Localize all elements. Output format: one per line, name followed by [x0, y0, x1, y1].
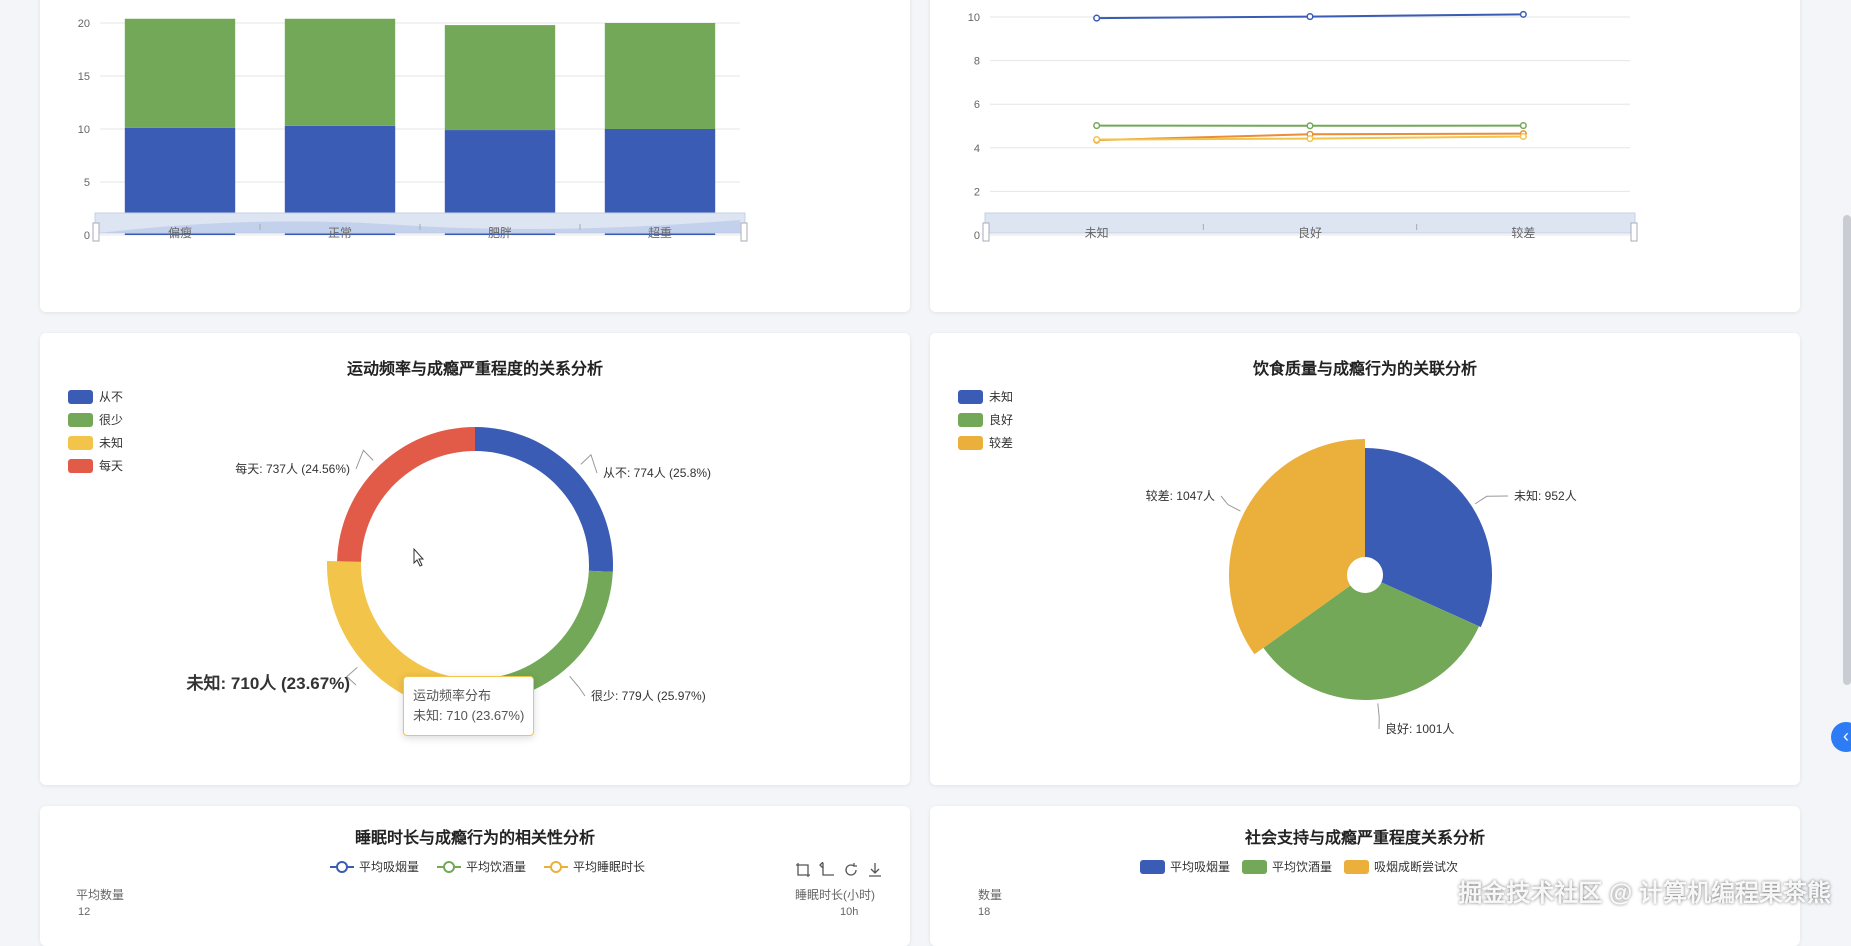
slice-label: 很少: 779人 (25.97%) [591, 689, 706, 703]
sleep-y-left-label: 平均数量 [76, 886, 124, 903]
diet-line-card: 0 2 4 6 8 10 未知 良好 较差 [930, 0, 1800, 312]
data-point [1094, 137, 1100, 143]
y-tick-label: 10 [78, 124, 90, 136]
cursor-icon [414, 549, 423, 566]
y-tick-label: 4 [974, 143, 980, 155]
donut-slice [475, 427, 613, 572]
x-tick-label: 良好 [1298, 225, 1322, 240]
datazoom-handle-left [983, 223, 989, 241]
data-point [1521, 123, 1527, 129]
legend-swatch [1140, 860, 1165, 874]
y-tick-label: 0 [84, 230, 90, 242]
diet-line-chart: 0 2 4 6 8 10 未知 良好 较差 [930, 0, 1800, 312]
label-leader [1221, 496, 1240, 511]
legend-label: 平均吸烟量 [359, 860, 419, 874]
y-tick-label: 2 [974, 186, 980, 198]
y-tick-label: 0 [974, 230, 980, 242]
collapse-sidebar-button[interactable]: ‹ [1831, 722, 1851, 752]
chart-tooltip: 运动频率分布 未知: 710 (23.67%) [403, 676, 534, 736]
social-y-label: 数量 [978, 886, 1002, 903]
sleep-y-right-label: 睡眠时长(小时) [795, 886, 875, 903]
slice-label: 良好: 1001人 [1385, 721, 1454, 736]
watermark: 掘金技术社区 @ 计算机编程果茶熊 [1458, 873, 1831, 908]
donut-slice [337, 427, 475, 562]
label-leader [570, 676, 585, 696]
y-tick-label: 8 [974, 56, 980, 68]
data-point [1307, 123, 1313, 129]
x-tick-label: 正常 [328, 226, 352, 240]
label-leader [1475, 496, 1508, 504]
datazoom-handle-right [741, 223, 747, 241]
social-chart-title: 社会支持与成瘾严重程度关系分析 [930, 824, 1800, 848]
sleep-card: 睡眠时长与成瘾行为的相关性分析 平均吸烟量 平均饮酒量 平均睡眠时长 平均数量 睡眠… [40, 806, 910, 946]
sleep-chart-title: 睡眠时长与成瘾行为的相关性分析 [40, 824, 910, 848]
legend-label: 平均饮酒量 [466, 860, 526, 874]
label-leader [581, 455, 597, 473]
data-point [1521, 12, 1527, 18]
zoom-reset-icon[interactable] [819, 862, 835, 878]
social-y-top: 18 [978, 906, 990, 918]
label-leader [356, 450, 373, 469]
legend-label: 平均饮酒量 [1272, 860, 1332, 874]
label-leader [1378, 703, 1379, 729]
y-tick-label: 10 [968, 12, 980, 24]
diet-pie-card: 饮食质量与成瘾行为的关联分析 未知 良好 较差 未知: 952人良好: 1001… [930, 333, 1800, 785]
x-tick-label: 偏瘦 [168, 225, 192, 240]
sleep-toolbox [795, 862, 883, 878]
legend-marker [551, 862, 561, 872]
legend-swatch [1242, 860, 1267, 874]
x-tick-label: 未知 [1085, 226, 1109, 240]
diet-pie-chart: 未知: 952人良好: 1001人 较差: 1047人 [930, 333, 1800, 785]
bar [285, 19, 395, 126]
y-tick-label: 5 [84, 177, 90, 189]
tooltip-value: 未知: 710 (23.67%) [413, 706, 524, 726]
y-tick-label: 20 [78, 18, 90, 30]
data-point [1094, 123, 1100, 129]
data-point [1307, 136, 1313, 142]
bmi-bar-card: 0 5 10 15 20 偏瘦 正常 肥胖 超重 [40, 0, 910, 312]
legend-label: 平均睡眠时长 [573, 860, 645, 874]
x-tick-label: 肥胖 [488, 226, 512, 240]
legend-label: 平均吸烟量 [1170, 860, 1230, 874]
restore-icon[interactable] [843, 862, 859, 878]
page-scrollbar[interactable] [1843, 215, 1851, 685]
slice-label: 较差: 1047人 [1146, 488, 1215, 503]
x-tick-label: 较差 [1511, 225, 1535, 240]
datazoom-handle-left [93, 223, 99, 241]
slice-label: 未知: 710人 (23.67%) [186, 673, 350, 693]
slice-label: 从不: 774人 (25.8%) [603, 466, 711, 480]
slice-label: 未知: 952人 [1514, 489, 1577, 503]
sleep-y-left-top: 12 [78, 906, 90, 918]
datazoom-handle-right [1631, 223, 1637, 241]
bar [125, 19, 235, 128]
data-point [1307, 14, 1313, 20]
legend-swatch [1344, 860, 1369, 874]
data-point [1094, 15, 1100, 21]
bar [445, 25, 555, 130]
x-tick-label: 超重 [648, 225, 672, 240]
sleep-legend: 平均吸烟量 平均饮酒量 平均睡眠时长 [40, 856, 910, 916]
legend-marker [444, 862, 454, 872]
download-icon[interactable] [867, 862, 883, 878]
bmi-stacked-bar-chart: 0 5 10 15 20 偏瘦 正常 肥胖 超重 [40, 0, 910, 312]
slice-label: 每天: 737人 (24.56%) [235, 461, 350, 476]
zoom-icon[interactable] [795, 862, 811, 878]
legend-marker [337, 862, 347, 872]
sleep-y-right-top: 10h [840, 906, 858, 918]
bar [605, 23, 715, 129]
y-tick-label: 6 [974, 99, 980, 111]
data-point [1521, 134, 1527, 140]
exercise-donut-card: 运动频率与成瘾严重程度的关系分析 从不 很少 未知 每天 从不: 774人 (2… [40, 333, 910, 785]
legend-label: 吸烟成断尝试次 [1374, 859, 1458, 874]
y-tick-label: 15 [78, 71, 90, 83]
tooltip-title: 运动频率分布 [413, 686, 524, 706]
